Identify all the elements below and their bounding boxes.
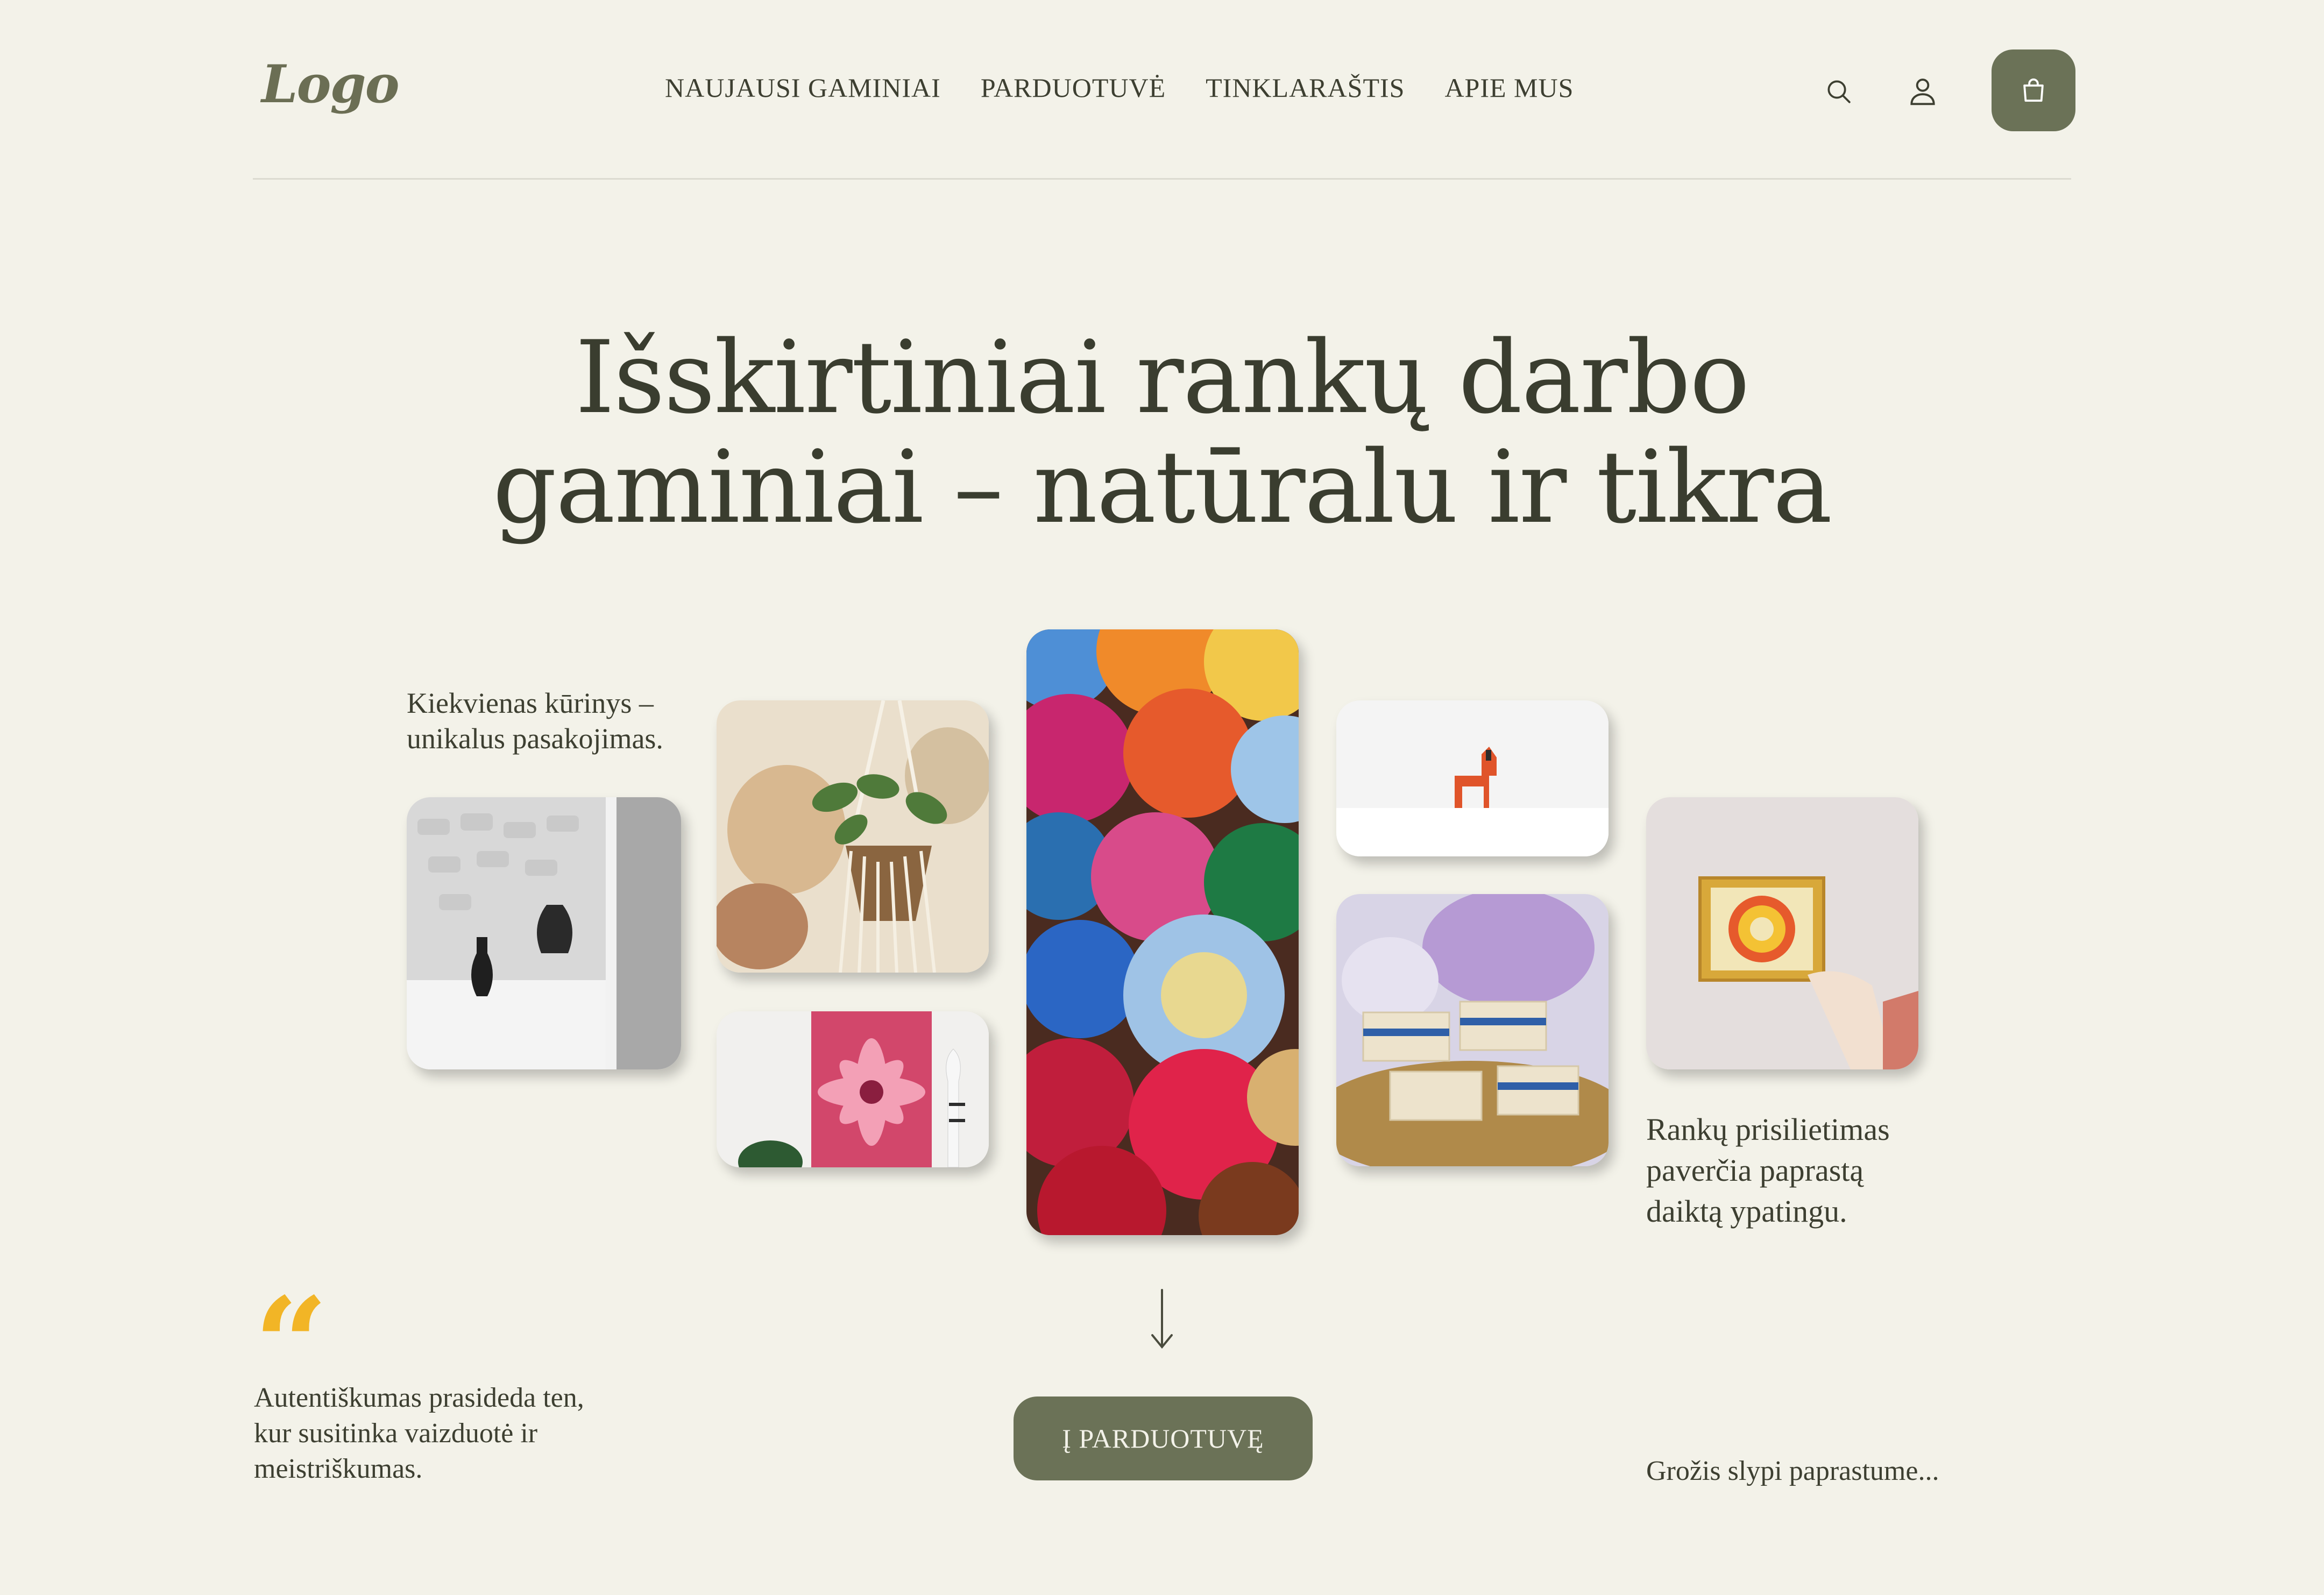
site-header: Logo NAUJAUSI GAMINIAI PARDUOTUVĖ TINKLA…	[253, 48, 2075, 132]
hero-title-line: Išskirtiniai rankų darbo	[575, 319, 1750, 436]
gallery-image-horse[interactable]	[1336, 700, 1609, 856]
quote-text: Autentiškumas prasideda ten, kur susitin…	[254, 1380, 674, 1487]
search-icon	[1827, 80, 1851, 103]
main-nav: NAUJAUSI GAMINIAI PARDUOTUVĖ TINKLARAŠTI…	[665, 72, 1574, 103]
gallery-image-bowls[interactable]	[1026, 629, 1299, 1235]
logo[interactable]: Logo	[261, 54, 400, 115]
quote-line: Autentiškumas prasideda ten,	[254, 1383, 584, 1413]
gallery-image-vases[interactable]	[407, 797, 681, 1069]
hero-title: Išskirtiniai rankų darbo gaminiai – natū…	[0, 323, 2324, 542]
cart-button[interactable]	[1992, 49, 2075, 131]
shopping-bag-icon	[2023, 78, 2044, 102]
left-caption-line: unikalus pasakojimas.	[407, 722, 663, 755]
right-caption-line: daiktą ypatingu.	[1646, 1194, 1847, 1229]
left-caption-line: Kiekvienas kūrinys –	[407, 687, 654, 719]
nav-link-about[interactable]: APIE MUS	[1444, 72, 1574, 103]
gallery-image-tray[interactable]	[1646, 797, 1918, 1069]
gallery-image-painting[interactable]	[717, 1011, 989, 1167]
header-divider	[253, 178, 2071, 180]
right-caption: Rankų prisilietimas paverčia paprastą da…	[1646, 1109, 1890, 1232]
account-button[interactable]	[1901, 70, 1944, 113]
quote-line: meistriškumas.	[254, 1454, 423, 1484]
nav-link-newest[interactable]: NAUJAUSI GAMINIAI	[665, 72, 941, 103]
user-icon	[1910, 79, 1935, 105]
hero-title-line: gaminiai – natūralu ir tikra	[492, 429, 1832, 545]
arrow-down-icon[interactable]	[1146, 1287, 1178, 1351]
nav-link-blog[interactable]: TINKLARAŠTIS	[1206, 72, 1405, 103]
quote-line: kur susitinka vaizduotė ir	[254, 1418, 538, 1449]
gallery-image-macrame[interactable]	[717, 700, 989, 973]
right-caption-line: Rankų prisilietimas	[1646, 1112, 1890, 1147]
search-button[interactable]	[1817, 70, 1860, 113]
tagline: Grožis slypi paprastume...	[1646, 1456, 1939, 1486]
right-caption-line: paverčia paprastą	[1646, 1153, 1864, 1188]
shop-button[interactable]: Į PARDUOTUVĘ	[1014, 1396, 1313, 1480]
nav-link-shop[interactable]: PARDUOTUVĖ	[981, 72, 1166, 103]
left-caption: Kiekvienas kūrinys – unikalus pasakojima…	[407, 685, 663, 756]
gallery-image-soaps[interactable]	[1336, 894, 1609, 1166]
